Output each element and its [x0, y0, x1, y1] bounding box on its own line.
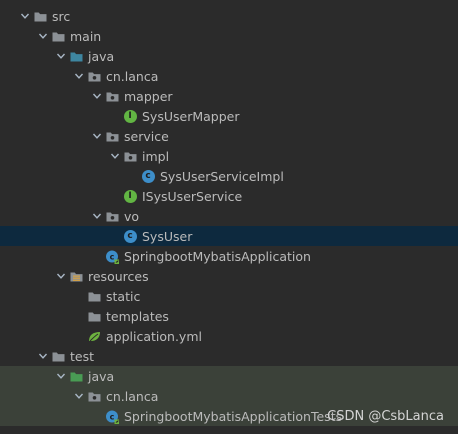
interface-icon: I — [122, 108, 138, 124]
tree-row[interactable]: impl — [0, 146, 458, 166]
class-icon: c — [140, 168, 156, 184]
expand-chevron-icon[interactable] — [54, 266, 68, 286]
svg-text:c: c — [109, 252, 114, 261]
expand-chevron-icon[interactable] — [90, 206, 104, 226]
tree-item-label: cn.lanca — [106, 388, 159, 404]
package-icon — [104, 88, 120, 104]
tree-row[interactable]: I SysUserMapper — [0, 106, 458, 126]
interface-icon: I — [122, 188, 138, 204]
tree-row[interactable]: test — [0, 346, 458, 366]
package-icon — [104, 208, 120, 224]
tree-item-label: vo — [124, 208, 140, 224]
tree-item-label: mapper — [124, 88, 173, 104]
tree-item-label: static — [106, 288, 141, 304]
tree-item-label: SpringbootMybatisApplication — [124, 248, 311, 264]
expand-chevron-icon[interactable] — [72, 66, 86, 86]
partial-row-cutoff — [0, 428, 458, 434]
tree-item-label: ISysUserService — [142, 188, 243, 204]
tree-row[interactable]: main — [0, 26, 458, 46]
expand-chevron-icon[interactable] — [54, 46, 68, 66]
expand-chevron-icon[interactable] — [54, 366, 68, 386]
tree-row[interactable]: application.yml — [0, 326, 458, 346]
yml-file-icon — [86, 328, 102, 344]
test-folder-icon — [68, 368, 84, 384]
tree-item-label: resources — [88, 268, 149, 284]
tree-row[interactable]: src — [0, 6, 458, 26]
expand-chevron-icon[interactable] — [36, 26, 50, 46]
expand-chevron-icon[interactable] — [90, 126, 104, 146]
package-icon — [86, 388, 102, 404]
tree-row[interactable]: cn.lanca — [0, 66, 458, 86]
tree-row[interactable]: c SpringbootMybatisApplication — [0, 246, 458, 266]
expand-chevron-icon[interactable] — [108, 146, 122, 166]
tree-row[interactable]: I ISysUserService — [0, 186, 458, 206]
tree-item-label: service — [124, 128, 169, 144]
tree-item-label: templates — [106, 308, 169, 324]
folder-icon — [86, 288, 102, 304]
tree-row[interactable]: resources — [0, 266, 458, 286]
folder-icon — [50, 348, 66, 364]
tree-row[interactable]: mapper — [0, 86, 458, 106]
class-icon: c — [122, 228, 138, 244]
package-icon — [122, 148, 138, 164]
tree-row[interactable]: vo — [0, 206, 458, 226]
expand-chevron-icon[interactable] — [90, 86, 104, 106]
expand-chevron-icon[interactable] — [36, 346, 50, 366]
tree-item-label: SpringbootMybatisApplicationTests — [124, 408, 343, 424]
spring-boot-class-icon: c — [104, 408, 120, 424]
tree-row[interactable]: c SysUserServiceImpl — [0, 166, 458, 186]
tree-item-label: test — [70, 348, 95, 364]
tree-item-label: main — [70, 28, 102, 44]
tree-item-label: java — [88, 368, 115, 384]
expand-chevron-icon[interactable] — [18, 6, 32, 26]
expand-chevron-icon[interactable] — [72, 386, 86, 406]
tree-item-label: SysUserServiceImpl — [160, 168, 284, 184]
spring-boot-class-icon: c — [104, 248, 120, 264]
tree-row[interactable]: java — [0, 46, 458, 66]
tree-row[interactable]: java — [0, 366, 458, 386]
svg-text:c: c — [109, 412, 114, 421]
tree-row[interactable]: static — [0, 286, 458, 306]
tree-row[interactable]: c SysUser — [0, 226, 458, 246]
tree-item-label: SysUser — [142, 228, 193, 244]
tree-item-label: src — [52, 8, 71, 24]
folder-icon — [32, 8, 48, 24]
folder-icon — [86, 308, 102, 324]
package-icon — [104, 128, 120, 144]
tree-item-label: SysUserMapper — [142, 108, 240, 124]
watermark: CSDN @CsbLanca — [327, 408, 444, 424]
tree-item-label: impl — [142, 148, 170, 164]
folder-icon — [50, 28, 66, 44]
tree-row[interactable]: cn.lanca — [0, 386, 458, 406]
tree-item-label: application.yml — [106, 328, 202, 344]
resources-folder-icon — [68, 268, 84, 284]
tree-item-label: cn.lanca — [106, 68, 159, 84]
package-icon — [86, 68, 102, 84]
tree-item-label: java — [88, 48, 115, 64]
tree-row[interactable]: templates — [0, 306, 458, 326]
project-tree[interactable]: src main java cn.lanca mapper I SysUserMapper s… — [0, 0, 458, 434]
tree-row[interactable]: service — [0, 126, 458, 146]
source-folder-icon — [68, 48, 84, 64]
